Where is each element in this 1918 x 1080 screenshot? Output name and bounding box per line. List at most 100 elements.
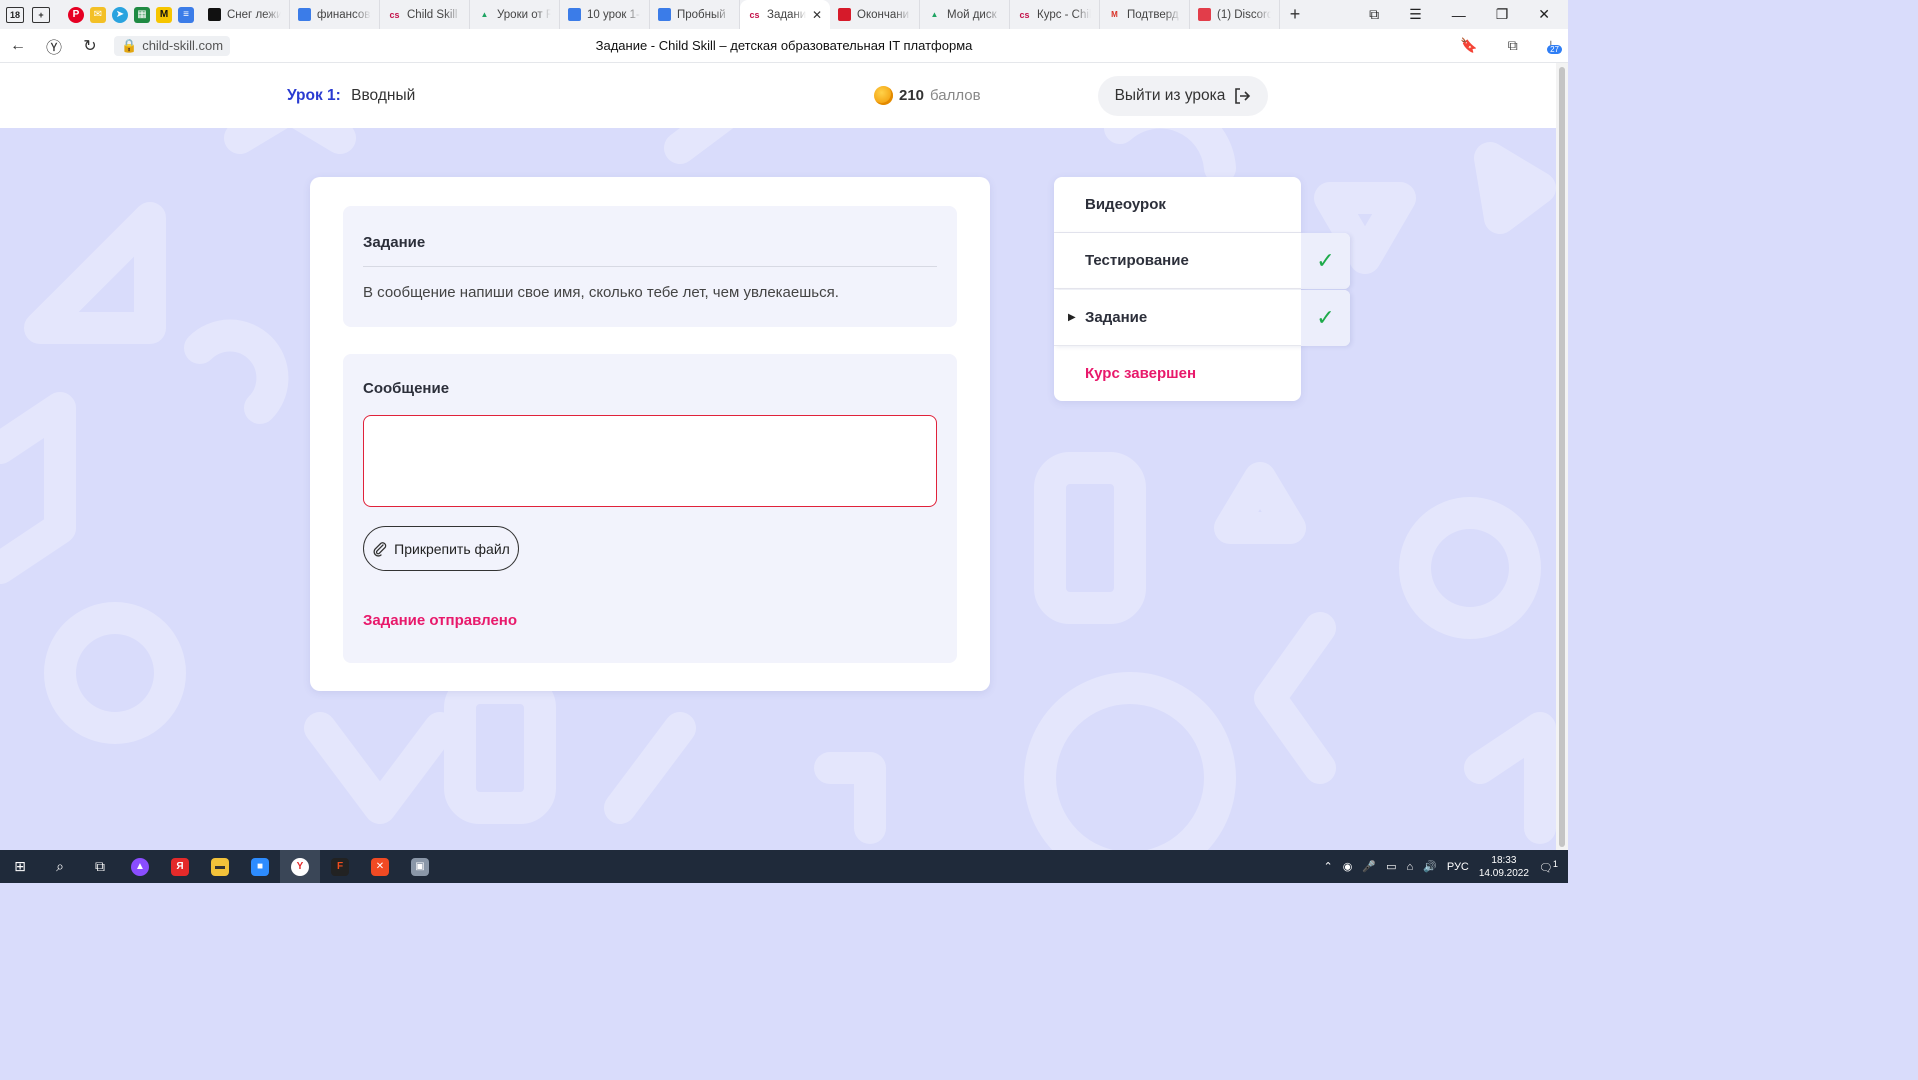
yandex-app-icon[interactable]: Я bbox=[160, 850, 200, 883]
sheets-icon[interactable]: ▦ bbox=[134, 6, 150, 23]
monitor-icon[interactable]: ▭ bbox=[1386, 860, 1396, 873]
new-tab-button[interactable]: + bbox=[1280, 4, 1310, 25]
current-step-arrow-icon: ▶ bbox=[1068, 312, 1076, 323]
chevron-up-icon[interactable]: ⌃ bbox=[1324, 860, 1333, 873]
attach-file-label: Прикрепить файл bbox=[394, 540, 510, 557]
browser-tab-strip: 18 + P ✉ ➤ ▦ M ≡ Снег лежи финансов cs Chil… bbox=[0, 0, 1568, 29]
points-counter: 210 баллов bbox=[874, 86, 981, 105]
tab-title: Child Skill bbox=[407, 8, 458, 21]
step-label: Задание bbox=[1085, 309, 1148, 326]
task-card: Задание В сообщение напиши свое имя, ско… bbox=[310, 177, 990, 691]
telegram-icon[interactable]: ➤ bbox=[112, 6, 128, 23]
task-view-icon[interactable]: ⧉ bbox=[80, 850, 120, 883]
tab-title: Мой диск bbox=[947, 8, 997, 21]
lesson-number: Урок 1: bbox=[287, 86, 341, 104]
close-tab-icon[interactable]: ✕ bbox=[812, 8, 822, 22]
microphone-icon[interactable]: 🎤 bbox=[1362, 860, 1376, 873]
file-explorer-icon[interactable]: ▬ bbox=[200, 850, 240, 883]
coin-icon bbox=[874, 86, 893, 105]
network-icon[interactable]: ⌂ bbox=[1406, 861, 1413, 873]
tab-title: Курс - Chil bbox=[1037, 8, 1091, 21]
menu-icon[interactable]: ☰ bbox=[1409, 6, 1422, 23]
browser-tab[interactable]: (1) Discord bbox=[1190, 0, 1280, 29]
miro-icon[interactable]: M bbox=[156, 6, 172, 23]
clock[interactable]: 18:33 14.09.2022 bbox=[1479, 854, 1529, 880]
browser-tab[interactable]: ▲ Уроки от F bbox=[470, 0, 560, 29]
logout-icon bbox=[1235, 87, 1251, 104]
browser-tab[interactable]: Окончани bbox=[830, 0, 920, 29]
step-label: Курс завершен bbox=[1085, 365, 1197, 382]
restore-icon[interactable]: ❐ bbox=[1496, 6, 1509, 23]
downloads-badge: 27 bbox=[1547, 45, 1562, 54]
message-input[interactable] bbox=[363, 415, 937, 507]
tab-title: 10 урок 1- bbox=[587, 8, 640, 21]
step-testing[interactable]: Тестирование ✓ bbox=[1054, 233, 1350, 289]
yandex-browser-icon[interactable]: Y bbox=[280, 850, 320, 883]
window-controls: ⧉ ☰ — ❐ ✕ bbox=[1369, 6, 1568, 23]
tab-list: Снег лежи финансов cs Child Skill ▲ Уроки от … bbox=[200, 0, 1280, 29]
windows-start-icon[interactable]: ⊞ bbox=[0, 850, 40, 883]
reload-icon[interactable]: ↻ bbox=[72, 36, 108, 56]
site-header: Урок 1: Вводный 210 баллов Выйти из урок… bbox=[0, 63, 1556, 128]
extensions-icon[interactable]: ⧉ bbox=[1508, 37, 1518, 54]
message-heading: Сообщение bbox=[363, 380, 450, 397]
browser-tab[interactable]: Снег лежи bbox=[200, 0, 290, 29]
exit-lesson-button[interactable]: Выйти из урока bbox=[1098, 75, 1268, 116]
browser-tab[interactable]: M Подтверд bbox=[1100, 0, 1190, 29]
checkmark-icon: ✓ bbox=[1301, 233, 1350, 289]
tab-title: Подтверд bbox=[1127, 8, 1179, 21]
step-video-lesson[interactable]: Видеоурок bbox=[1054, 177, 1301, 233]
favicon-icon bbox=[568, 8, 581, 21]
divider bbox=[363, 266, 937, 267]
tab-title: Снег лежи bbox=[227, 8, 281, 21]
calendar-icon[interactable]: 18 bbox=[6, 6, 24, 23]
mail-icon[interactable]: ✉ bbox=[90, 6, 106, 23]
favicon-icon bbox=[1198, 8, 1211, 21]
docs-icon[interactable]: ≡ bbox=[178, 6, 194, 23]
minimize-icon[interactable]: — bbox=[1452, 7, 1466, 23]
close-window-icon[interactable]: ✕ bbox=[1538, 6, 1550, 23]
favicon-icon bbox=[208, 8, 221, 21]
browser-tab[interactable]: 10 урок 1- bbox=[560, 0, 650, 29]
xmind-icon[interactable]: ✕ bbox=[360, 850, 400, 883]
checkmark-icon: ✓ bbox=[1301, 290, 1350, 346]
page-scrollbar[interactable] bbox=[1556, 63, 1568, 850]
bookmark-icon[interactable]: 🔖 bbox=[1460, 37, 1477, 54]
volume-icon[interactable]: 🔊 bbox=[1423, 860, 1437, 873]
points-value: 210 bbox=[899, 87, 925, 104]
new-folder-icon[interactable]: + bbox=[32, 6, 50, 23]
scrollbar-thumb[interactable] bbox=[1559, 67, 1565, 847]
language-indicator[interactable]: РУС bbox=[1447, 861, 1469, 873]
url-text: child-skill.com bbox=[142, 38, 224, 53]
browser-tab[interactable]: cs Child Skill bbox=[380, 0, 470, 29]
tab-strip-left-controls: 18 + bbox=[0, 6, 62, 23]
pinterest-icon[interactable]: P bbox=[68, 6, 84, 23]
address-bar: ← Ⓨ ↻ 🔒 child-skill.com Задание - Child … bbox=[0, 29, 1568, 63]
browser-tab[interactable]: финансов bbox=[290, 0, 380, 29]
camera-icon[interactable]: ◉ bbox=[1343, 860, 1353, 873]
tab-title: Пробный bbox=[677, 8, 726, 21]
tab-title: Окончани bbox=[857, 8, 910, 21]
zoom-icon[interactable]: ■ bbox=[240, 850, 280, 883]
browser-tab[interactable]: Пробный bbox=[650, 0, 740, 29]
favicon-icon: cs bbox=[749, 9, 760, 20]
favicon-icon: cs bbox=[389, 9, 400, 20]
url-field[interactable]: 🔒 child-skill.com bbox=[114, 35, 231, 56]
notifications-icon[interactable]: 🗨1 bbox=[1539, 859, 1558, 875]
tab-title: (1) Discord bbox=[1217, 8, 1271, 21]
attach-file-button[interactable]: Прикрепить файл bbox=[363, 526, 519, 571]
yandex-icon[interactable]: Ⓨ bbox=[36, 34, 72, 58]
submission-status: Задание отправлено bbox=[363, 612, 518, 629]
installer-icon[interactable]: ▣ bbox=[400, 850, 440, 883]
step-label: Тестирование bbox=[1085, 252, 1189, 269]
browser-tab[interactable]: cs Курс - Chil bbox=[1010, 0, 1100, 29]
alice-icon[interactable]: ▲ bbox=[120, 850, 160, 883]
tab-active[interactable]: cs Задание ✕ bbox=[740, 0, 830, 29]
browser-tab[interactable]: ▲ Мой диск bbox=[920, 0, 1010, 29]
collections-icon[interactable]: ⧉ bbox=[1369, 6, 1379, 23]
figma-icon[interactable]: F bbox=[320, 850, 360, 883]
search-icon[interactable]: ⌕ bbox=[40, 850, 80, 883]
step-task[interactable]: ▶ Задание ✓ bbox=[1054, 290, 1350, 346]
back-icon[interactable]: ← bbox=[0, 37, 36, 55]
step-course-completed[interactable]: Курс завершен bbox=[1054, 346, 1301, 401]
